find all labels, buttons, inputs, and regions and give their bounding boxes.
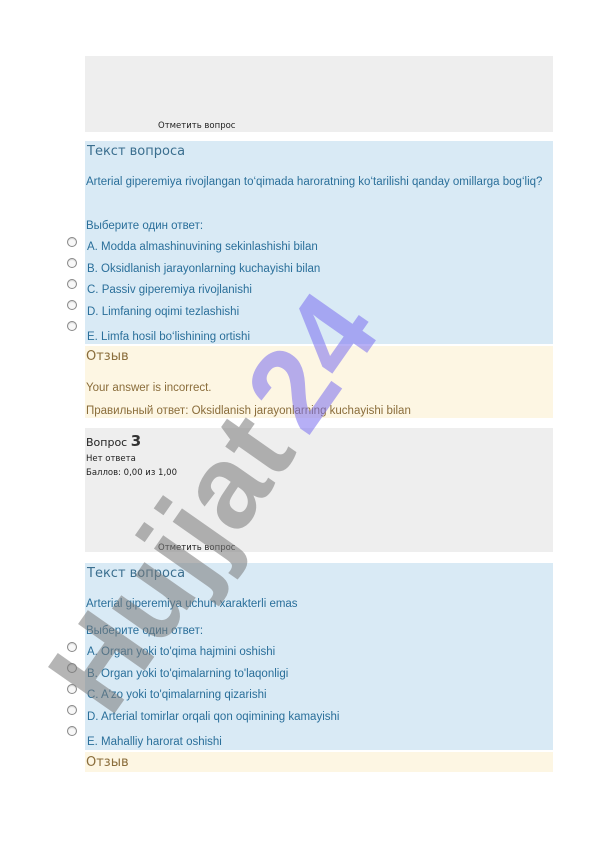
question-info-box [85,56,553,132]
question-score: Баллов: 0,00 из 1,00 [86,468,177,478]
answer-option[interactable]: A. Modda almashinuvining sekinlashishi b… [87,240,318,255]
choose-answer-label: Выберите один ответ: [86,220,204,232]
feedback-box [85,752,553,772]
answer-radio[interactable] [67,321,77,331]
feedback-heading: Отзыв [86,349,129,364]
answer-option[interactable]: E. Limfa hosil bo‘lishining ortishi [87,330,250,345]
answer-option[interactable]: A. Organ yoki to'qima hajmini oshishi [87,645,275,660]
answer-option[interactable]: B. Oksidlanish jarayonlarning kuchayishi… [87,262,320,277]
question-status: Нет ответа [86,454,136,464]
question-number-value: 3 [130,432,142,450]
answer-radio[interactable] [67,663,77,673]
correct-answer-text: Правильный ответ: Oksidlanish jarayonlar… [86,405,411,417]
answer-option[interactable]: B. Organ yoki to'qimalarning to'laqonlig… [87,667,288,682]
flag-question-link[interactable]: Отметить вопрос [158,543,235,553]
answer-option[interactable]: D. Arterial tomirlar orqali qon oqiminin… [87,710,339,725]
answer-radio[interactable] [67,642,77,652]
question-text-heading: Текст вопроса [87,566,186,581]
question-info-box [85,428,553,552]
question-text-heading: Текст вопроса [87,144,186,159]
answer-option[interactable]: E. Mahalliy harorat oshishi [87,735,222,750]
answer-radio[interactable] [67,705,77,715]
answer-option[interactable]: C. A'zo yoki to'qimalarning qizarishi [87,688,267,703]
answer-option[interactable]: C. Passiv giperemiya rivojlanishi [87,283,252,298]
answer-option[interactable]: D. Limfaning oqimi tezlashishi [87,305,239,320]
question-text: Arterial giperemiya rivojlangan to‘qimad… [86,176,543,188]
answer-radio[interactable] [67,684,77,694]
answer-radio[interactable] [67,258,77,268]
answer-radio[interactable] [67,237,77,247]
answer-radio[interactable] [67,726,77,736]
feedback-text: Your answer is incorrect. [86,382,212,394]
choose-answer-label: Выберите один ответ: [86,625,204,637]
question-text: Arterial giperemiya uchun xarakterli ema… [86,598,298,610]
flag-question-link[interactable]: Отметить вопрос [158,121,235,131]
answer-radio[interactable] [67,300,77,310]
answer-radio[interactable] [67,279,77,289]
feedback-heading: Отзыв [86,755,129,770]
question-number: Вопрос 3 [86,432,141,450]
question-label: Вопрос [86,436,128,449]
